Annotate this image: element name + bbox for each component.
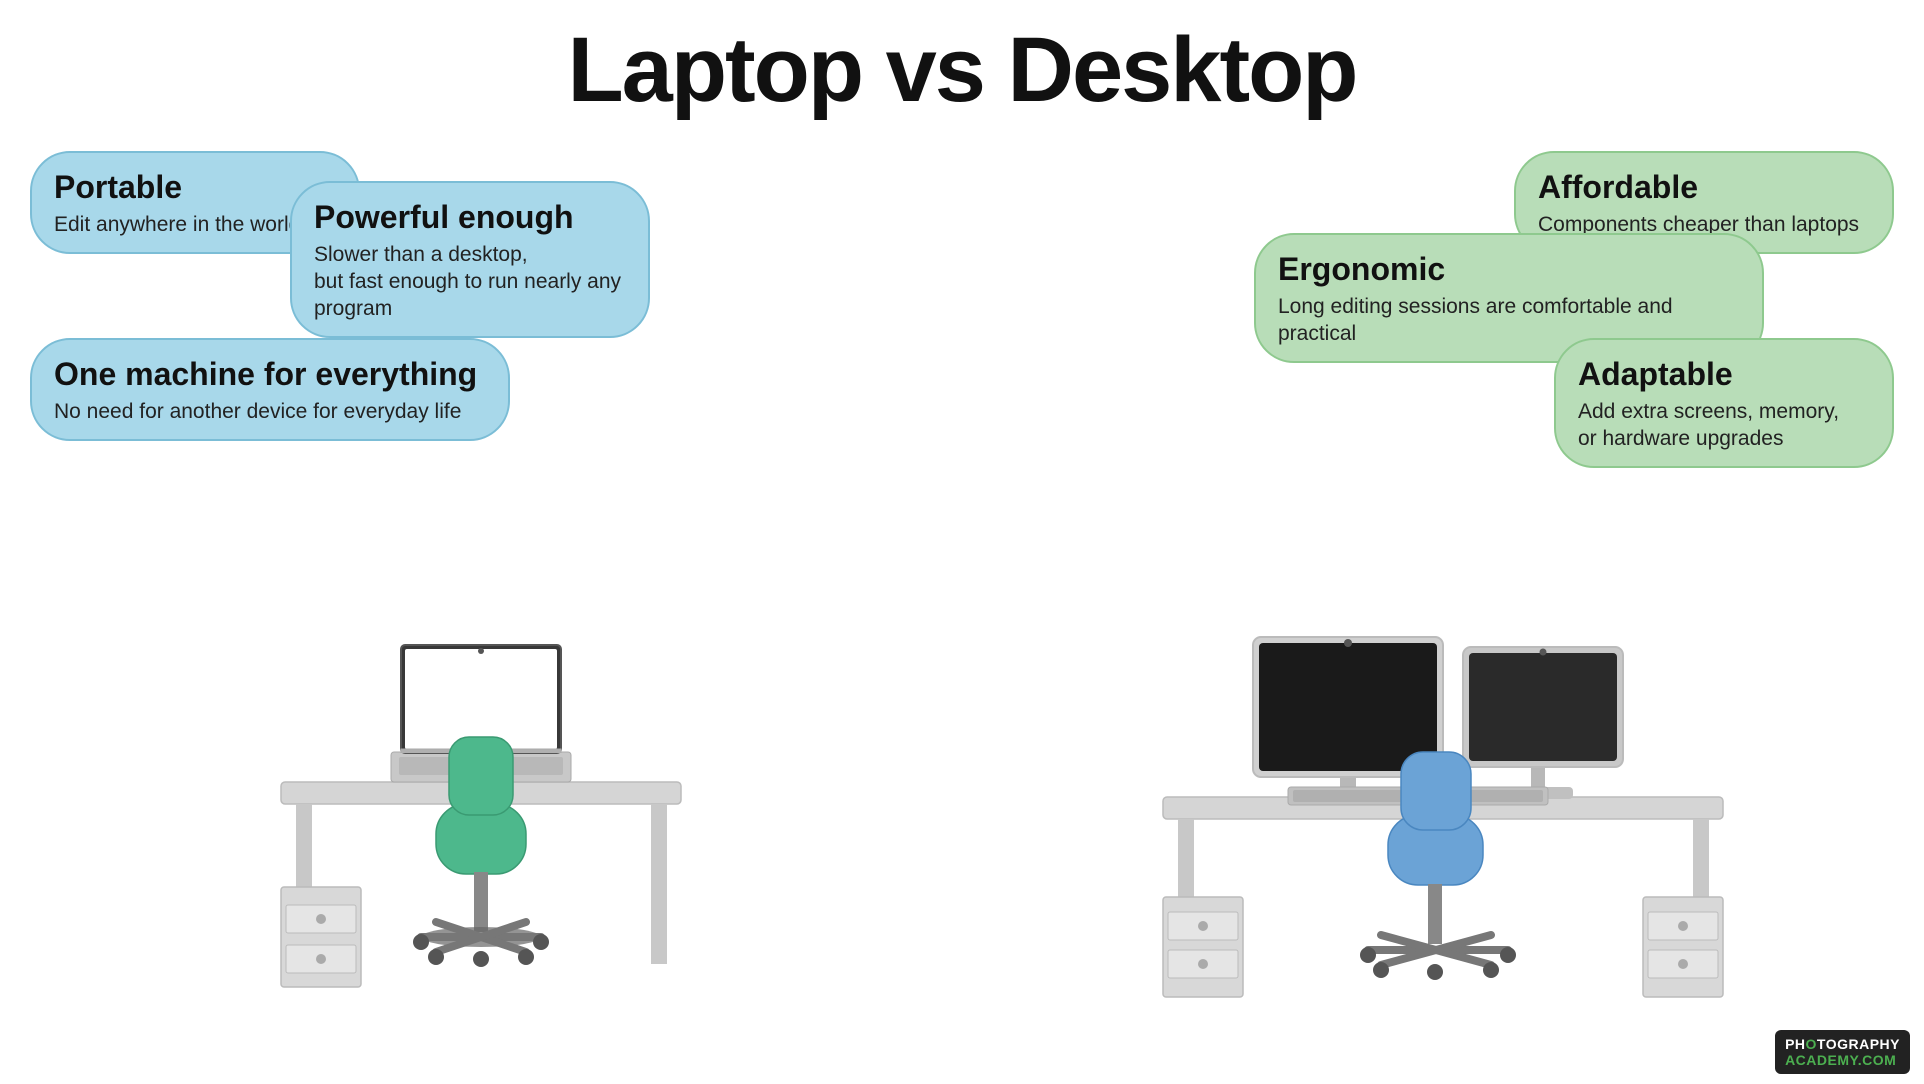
- bubble-one-machine-title: One machine for everything: [54, 354, 486, 396]
- bubble-affordable-title: Affordable: [1538, 167, 1870, 209]
- watermark: PHOTOGRAPHYACADEMY.COM: [1775, 1030, 1910, 1074]
- bubble-ergonomic-title: Ergonomic: [1278, 249, 1740, 291]
- bubble-powerful: Powerful enough Slower than a desktop, b…: [290, 181, 650, 338]
- bubble-one-machine-sub: No need for another device for everyday …: [54, 398, 486, 425]
- bubble-one-machine: One machine for everything No need for a…: [30, 338, 510, 441]
- bubble-adaptable-title: Adaptable: [1578, 354, 1870, 396]
- desktop-desk-illustration: [1133, 587, 1753, 1067]
- bubble-adaptable: Adaptable Add extra screens, memory, or …: [1554, 338, 1894, 468]
- bubble-powerful-sub: Slower than a desktop, but fast enough t…: [314, 241, 626, 323]
- content-area: Portable Edit anywhere in the world Powe…: [0, 123, 1924, 1067]
- right-side: Affordable Components cheaper than lapto…: [962, 123, 1924, 1067]
- bubble-powerful-title: Powerful enough: [314, 197, 626, 239]
- left-side: Portable Edit anywhere in the world Powe…: [0, 123, 962, 1067]
- bubble-adaptable-sub: Add extra screens, memory, or hardware u…: [1578, 398, 1870, 453]
- laptop-desk-illustration: [221, 587, 741, 1067]
- page-title: Laptop vs Desktop: [0, 0, 1924, 123]
